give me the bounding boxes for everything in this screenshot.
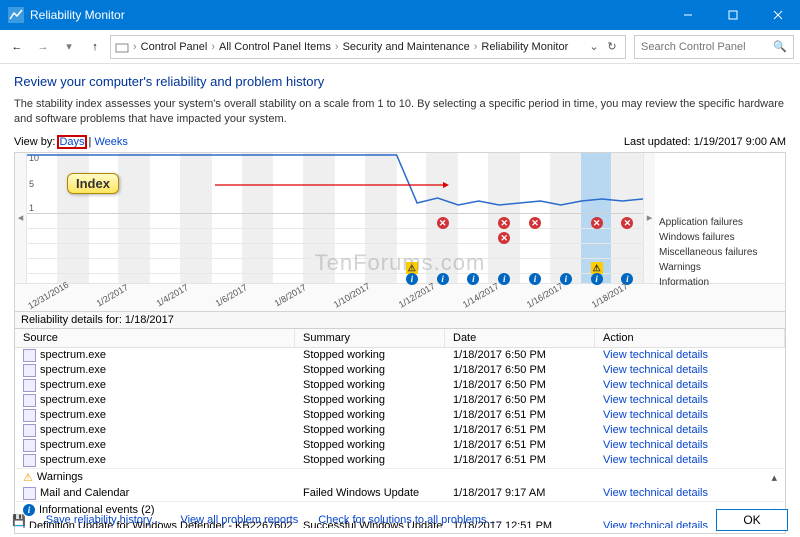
breadcrumb-item[interactable]: Security and Maintenance <box>343 41 470 53</box>
error-icon: ✕ <box>498 217 510 229</box>
view-weeks-link[interactable]: Weeks <box>94 136 127 148</box>
view-details-link[interactable]: View technical details <box>603 394 708 406</box>
app-icon <box>23 424 36 437</box>
app-icon <box>23 487 36 500</box>
view-details-link[interactable]: View technical details <box>603 409 708 421</box>
error-icon: ✕ <box>621 217 633 229</box>
error-icon: ✕ <box>529 217 541 229</box>
info-icon: i <box>437 273 449 285</box>
breadcrumb[interactable]: › Control Panel› All Control Panel Items… <box>110 35 626 59</box>
app-icon <box>23 454 36 467</box>
breadcrumb-item[interactable]: Control Panel <box>141 41 208 53</box>
warning-icon: ⚠ <box>591 262 603 274</box>
details-table: Source Summary Date Action spectrum.exeS… <box>14 329 786 534</box>
history-dropdown[interactable]: ▾ <box>58 36 80 58</box>
info-icon: i <box>591 273 603 285</box>
forward-button[interactable]: → <box>32 36 54 58</box>
table-row[interactable]: spectrum.exeStopped working1/18/2017 6:5… <box>15 378 785 393</box>
save-history-link[interactable]: Save reliability history... <box>46 514 161 527</box>
error-icon: ✕ <box>437 217 449 229</box>
breadcrumb-item[interactable]: All Control Panel Items <box>219 41 331 53</box>
last-updated: Last updated: 1/19/2017 9:00 AM <box>624 136 786 148</box>
view-details-link[interactable]: View technical details <box>603 424 708 436</box>
error-icon: ✕ <box>498 232 510 244</box>
back-button[interactable]: ← <box>6 36 28 58</box>
maximize-button[interactable] <box>710 0 755 30</box>
app-icon <box>23 394 36 407</box>
search-icon: 🔍 <box>773 40 787 53</box>
group-warnings[interactable]: ⚠Warnings▴ <box>15 468 785 486</box>
chart-legend: Application failuresWindows failuresMisc… <box>655 153 785 283</box>
col-source[interactable]: Source <box>15 329 295 347</box>
footer: 💾 Save reliability history... View all p… <box>0 509 800 531</box>
chart-container: ◂ 10 5 1 Index ✕✕✕✕✕✕⚠⚠iiiiiiii ▸ Applic… <box>14 152 786 312</box>
scroll-left-button[interactable]: ◂ <box>15 153 27 283</box>
view-all-link[interactable]: View all problem reports <box>180 514 298 527</box>
scroll-right-button[interactable]: ▸ <box>643 153 655 283</box>
table-row[interactable]: spectrum.exeStopped working1/18/2017 6:5… <box>15 363 785 378</box>
titlebar: Reliability Monitor <box>0 0 800 30</box>
close-button[interactable] <box>755 0 800 30</box>
info-icon: i <box>406 273 418 285</box>
error-icon: ✕ <box>591 217 603 229</box>
info-icon: i <box>560 273 572 285</box>
breadcrumb-item[interactable]: Reliability Monitor <box>481 41 568 53</box>
view-details-link[interactable]: View technical details <box>603 487 708 499</box>
details-header: Reliability details for: 1/18/2017 <box>14 312 786 329</box>
up-button[interactable]: ↑ <box>84 36 106 58</box>
view-details-link[interactable]: View technical details <box>603 439 708 451</box>
view-days-link[interactable]: Days <box>58 136 85 148</box>
table-row[interactable]: Mail and CalendarFailed Windows Update1/… <box>15 486 785 501</box>
stability-chart[interactable]: 10 5 1 Index ✕✕✕✕✕✕⚠⚠iiiiiiii <box>27 153 643 283</box>
folder-icon <box>115 40 129 54</box>
window-title: Reliability Monitor <box>30 8 665 22</box>
table-row[interactable]: spectrum.exeStopped working1/18/2017 6:5… <box>15 393 785 408</box>
col-summary[interactable]: Summary <box>295 329 445 347</box>
refresh-button[interactable]: ↻ <box>603 38 621 56</box>
col-date[interactable]: Date <box>445 329 595 347</box>
navbar: ← → ▾ ↑ › Control Panel› All Control Pan… <box>0 30 800 64</box>
col-action[interactable]: Action <box>595 329 785 347</box>
search-box[interactable]: 🔍 <box>634 35 794 59</box>
app-icon <box>23 409 36 422</box>
check-solutions-link[interactable]: Check for solutions to all problems ... <box>318 514 498 527</box>
search-input[interactable] <box>641 41 773 53</box>
table-row[interactable]: spectrum.exeStopped working1/18/2017 6:5… <box>15 348 785 363</box>
app-icon <box>23 364 36 377</box>
ok-button[interactable]: OK <box>716 509 788 531</box>
info-icon: i <box>498 273 510 285</box>
page-heading: Review your computer's reliability and p… <box>14 74 786 89</box>
disk-icon: 💾 <box>12 514 26 527</box>
app-icon <box>8 7 24 23</box>
view-details-link[interactable]: View technical details <box>603 454 708 466</box>
page-description: The stability index assesses your system… <box>14 97 786 128</box>
breadcrumb-dropdown[interactable]: ⌄ <box>585 38 603 56</box>
app-icon <box>23 439 36 452</box>
view-details-link[interactable]: View technical details <box>603 364 708 376</box>
app-icon <box>23 379 36 392</box>
info-icon: i <box>529 273 541 285</box>
minimize-button[interactable] <box>665 0 710 30</box>
table-row[interactable]: spectrum.exeStopped working1/18/2017 6:5… <box>15 423 785 438</box>
view-by: View by: Days | Weeks <box>14 136 128 148</box>
view-details-link[interactable]: View technical details <box>603 379 708 391</box>
view-details-link[interactable]: View technical details <box>603 349 708 361</box>
table-row[interactable]: spectrum.exeStopped working1/18/2017 6:5… <box>15 438 785 453</box>
app-icon <box>23 349 36 362</box>
warning-icon: ⚠ <box>406 262 418 274</box>
table-row[interactable]: spectrum.exeStopped working1/18/2017 6:5… <box>15 408 785 423</box>
table-row[interactable]: spectrum.exeStopped working1/18/2017 6:5… <box>15 453 785 468</box>
